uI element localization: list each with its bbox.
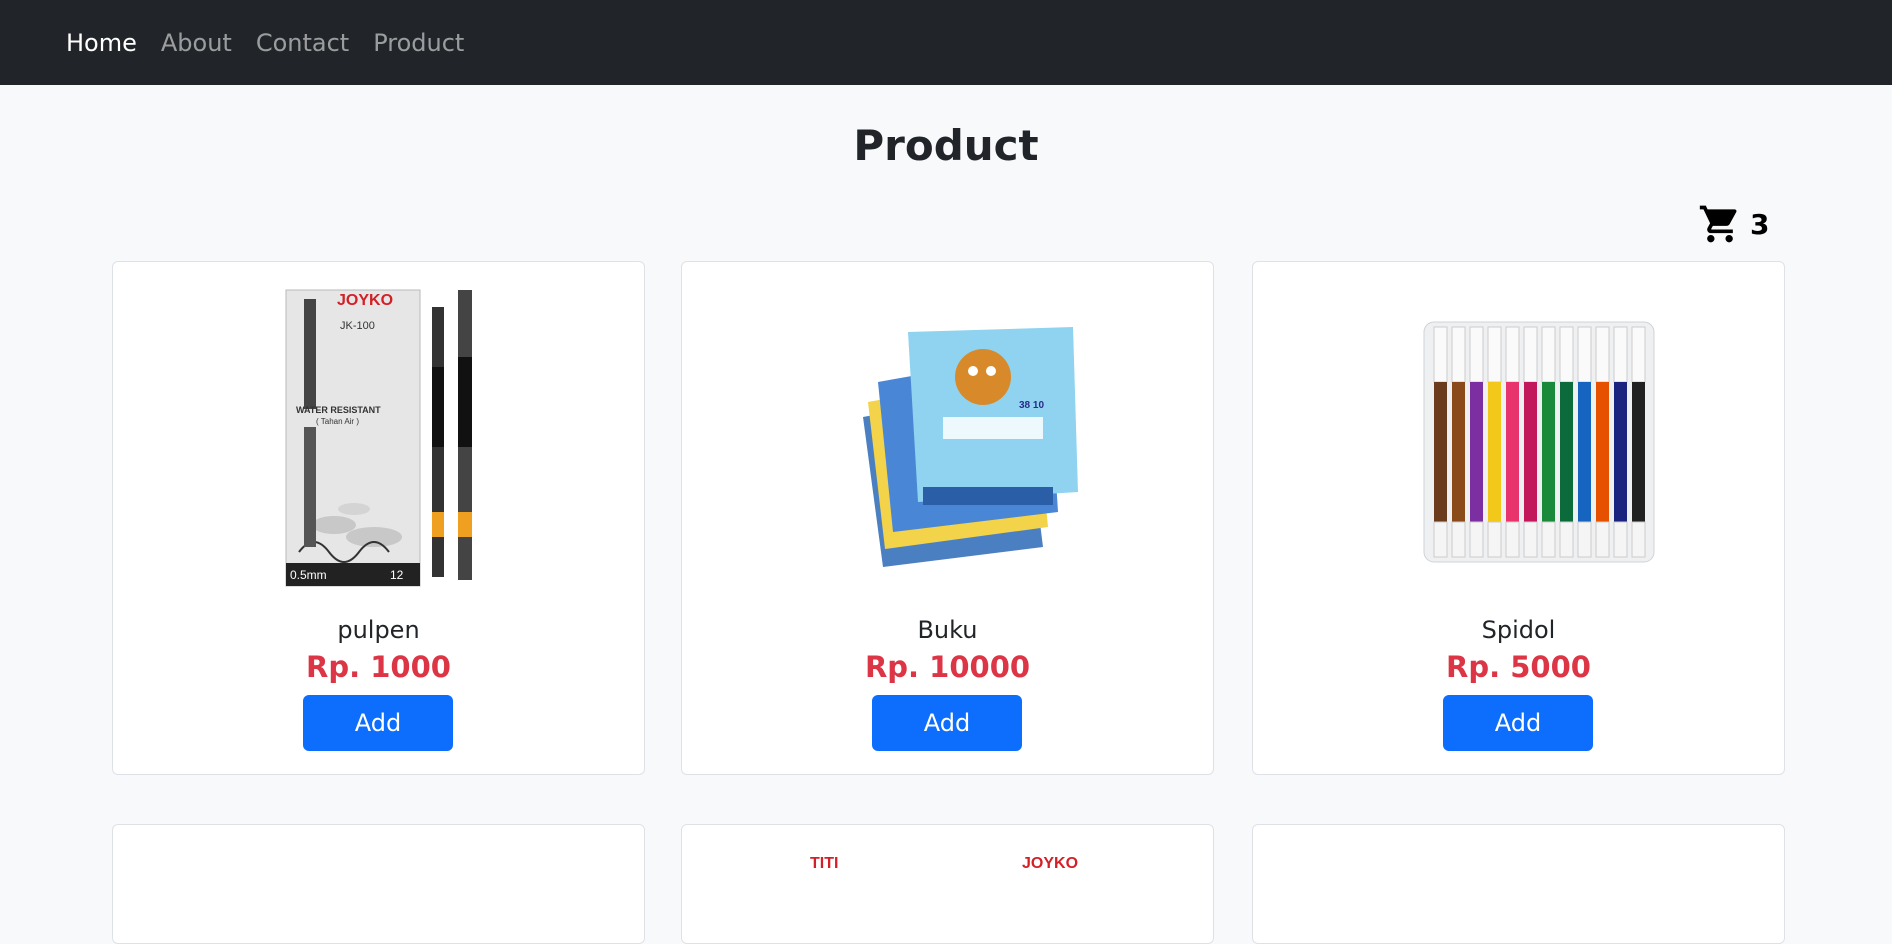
notebook-stack-image: 38 10: [823, 287, 1123, 587]
markers-image: [1394, 287, 1694, 587]
navbar: Home About Contact Product: [0, 0, 1892, 85]
product-card: [112, 824, 645, 944]
add-button[interactable]: Add: [1443, 695, 1593, 751]
size-label: 0.5mm: [290, 568, 327, 582]
product-price: Rp. 10000: [864, 650, 1031, 684]
product-card: [1252, 824, 1785, 944]
product-name: pulpen: [337, 616, 420, 644]
product-price: Rp. 1000: [306, 650, 451, 684]
tahan-air-label: ( Tahan Air ): [316, 417, 359, 426]
add-button[interactable]: Add: [303, 695, 453, 751]
pen-box-image: JOYKO JK-100 WATER RESISTANT ( Tahan Air…: [254, 287, 554, 587]
nav-home[interactable]: Home: [66, 29, 137, 57]
nav-contact[interactable]: Contact: [256, 29, 349, 57]
product-card: TITI JOYKO: [681, 824, 1214, 944]
product-card: 38 10 Buku Rp. 10000 Add: [681, 261, 1214, 775]
product-card: JOYKO JK-100 WATER RESISTANT ( Tahan Air…: [112, 261, 645, 775]
brand-label: JOYKO: [337, 292, 394, 309]
page-title: Product: [853, 121, 1039, 170]
cart-button[interactable]: 3: [1698, 202, 1769, 246]
product-card: Spidol Rp. 5000 Add: [1252, 261, 1785, 775]
product-price: Rp. 5000: [1446, 650, 1591, 684]
notebook-label: 38 10: [1019, 400, 1045, 411]
cart-count: 3: [1750, 207, 1770, 241]
nav-product[interactable]: Product: [373, 29, 464, 57]
qty-label: 12: [390, 568, 404, 582]
brand-label: JOYKO: [1022, 855, 1079, 872]
water-resistant-label: WATER RESISTANT: [296, 405, 381, 415]
nav-about[interactable]: About: [161, 29, 232, 57]
product-name: Spidol: [1481, 616, 1556, 644]
product-name: Buku: [917, 616, 978, 644]
brand-label: TITI: [810, 855, 839, 872]
model-label: JK-100: [340, 320, 375, 332]
cart-icon: [1699, 205, 1737, 243]
add-button[interactable]: Add: [872, 695, 1022, 751]
